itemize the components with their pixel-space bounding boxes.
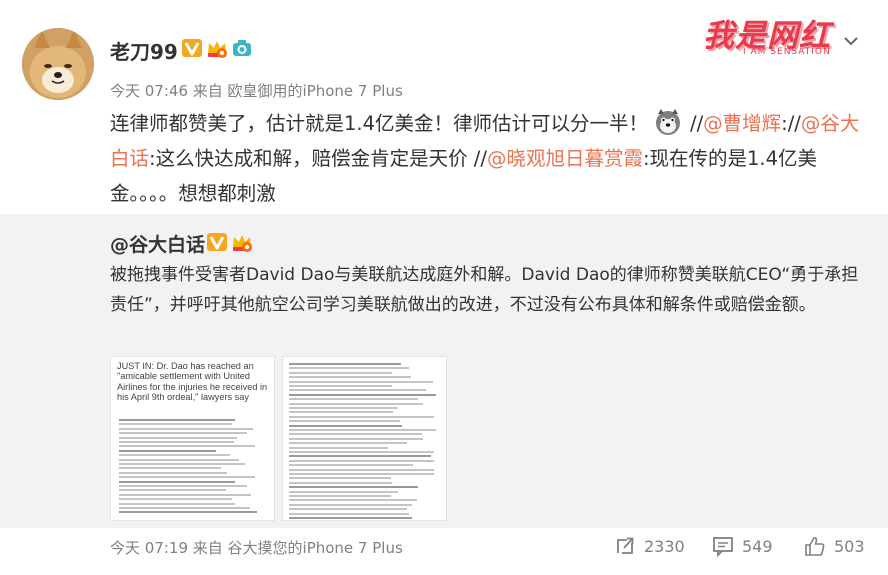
content-text-1: 连律师都赞美了，估计就是1.4亿美金！律师估计可以分一半！ bbox=[110, 112, 649, 135]
document-text-line bbox=[119, 511, 257, 514]
document-text-line bbox=[289, 407, 398, 409]
document-text-line bbox=[289, 477, 391, 480]
document-text-line bbox=[289, 415, 434, 418]
document-text-line bbox=[289, 503, 412, 506]
post-content: 连律师都赞美了，估计就是1.4亿美金！律师估计可以分一半！//@曹增辉://@谷… bbox=[110, 106, 870, 211]
logo-subtext: I AM SENSATION bbox=[743, 47, 831, 57]
document-text-line bbox=[289, 398, 418, 401]
document-text-line bbox=[289, 424, 402, 427]
document-text-line bbox=[119, 471, 227, 474]
repost-image-1[interactable]: JUST IN: Dr. Dao has reached an "amicabl… bbox=[110, 356, 275, 521]
document-text-line bbox=[119, 423, 232, 426]
chevron-down-icon[interactable] bbox=[843, 33, 859, 49]
dog-emoji-icon bbox=[656, 109, 681, 135]
camera-badge-icon[interactable] bbox=[231, 37, 253, 59]
document-text-line bbox=[289, 455, 431, 458]
separator-2: :// bbox=[781, 112, 801, 135]
document-text-line bbox=[289, 486, 418, 489]
document-text-line bbox=[289, 499, 417, 502]
document-text-line bbox=[119, 493, 251, 496]
document-text-line bbox=[119, 489, 226, 492]
content-text-2: :这么快达成和解，赔偿金肯定是天价 // bbox=[149, 147, 487, 170]
document-text-line bbox=[119, 432, 247, 435]
document-text-line bbox=[289, 446, 388, 449]
like-icon bbox=[805, 536, 825, 556]
repost-icon bbox=[617, 537, 634, 554]
document-text-line bbox=[289, 495, 391, 497]
document-text-line bbox=[289, 429, 436, 431]
document-text-line bbox=[119, 507, 250, 509]
crown-badge-icon[interactable] bbox=[231, 231, 253, 253]
document-text-line bbox=[119, 485, 247, 487]
document-text-line bbox=[119, 476, 255, 479]
avatar[interactable] bbox=[22, 28, 94, 100]
repost-username[interactable]: @谷大白话 bbox=[110, 230, 205, 257]
document-text-line bbox=[289, 376, 411, 379]
document-text-line bbox=[289, 402, 423, 405]
like-button[interactable]: 503 bbox=[804, 535, 865, 557]
document-text-line bbox=[289, 508, 407, 511]
document-text-line bbox=[289, 367, 409, 370]
document-text-line bbox=[289, 512, 409, 515]
comment-icon bbox=[713, 537, 733, 557]
document-text-line bbox=[119, 467, 221, 470]
mention-link-1[interactable]: @曹增辉 bbox=[703, 112, 781, 135]
reposted-weibo: @谷大白话 被拖拽事件受害者David Dao与美联航达成庭外和解。David … bbox=[0, 214, 888, 528]
v-verified-icon[interactable] bbox=[206, 231, 228, 253]
document-text-line bbox=[289, 481, 392, 484]
post-meta: 今天 07:46 来自 欧皇御用的iPhone 7 Plus bbox=[110, 82, 403, 100]
document-text-line bbox=[119, 427, 253, 430]
document-text-line bbox=[289, 371, 392, 374]
username[interactable]: 老刀99 bbox=[110, 36, 178, 65]
document-text-line bbox=[289, 389, 426, 392]
repost-count: 2330 bbox=[644, 536, 685, 556]
crown-badge-icon[interactable] bbox=[206, 37, 228, 59]
document-text-line bbox=[119, 445, 255, 448]
mention-link-3[interactable]: @晓观旭日暮赏霞 bbox=[487, 147, 643, 170]
document-text-line bbox=[119, 454, 230, 457]
repost-text: 被拖拽事件受害者David Dao与美联航达成庭外和解。David Dao的律师… bbox=[110, 265, 859, 315]
repost-image-2[interactable] bbox=[282, 356, 447, 521]
like-count: 503 bbox=[834, 536, 865, 556]
document-text-line bbox=[289, 468, 434, 471]
document-text-line bbox=[119, 463, 245, 465]
weibo-post: 老刀99 今天 07:46 来自 欧皇御用的iPhone 7 Plus 我是网红… bbox=[0, 0, 888, 575]
repost-button[interactable]: 2330 bbox=[614, 535, 685, 557]
document-text-line bbox=[119, 419, 235, 421]
document-text-line bbox=[289, 433, 422, 436]
document-text-line bbox=[289, 459, 434, 462]
document-text-line bbox=[289, 473, 434, 475]
document-text-line bbox=[289, 411, 393, 414]
document-text-line bbox=[289, 437, 423, 440]
document-text-line bbox=[289, 420, 400, 423]
document-text-line bbox=[289, 393, 436, 396]
document-text-line bbox=[289, 451, 434, 453]
document-text-line bbox=[119, 502, 235, 505]
watermark-logo: 我是网红 I AM SENSATION bbox=[703, 10, 848, 62]
document-text-line bbox=[289, 442, 407, 445]
repost-user-badges bbox=[206, 231, 253, 253]
comment-button[interactable]: 549 bbox=[712, 535, 773, 557]
document-text-line bbox=[119, 436, 237, 439]
document-text-line bbox=[119, 449, 216, 452]
user-badges bbox=[181, 37, 253, 59]
document-text-line bbox=[119, 498, 232, 501]
document-text-line bbox=[119, 458, 239, 461]
separator-1: // bbox=[690, 112, 704, 135]
document-text-line bbox=[119, 441, 234, 443]
comment-count: 549 bbox=[742, 536, 773, 556]
document-text-line bbox=[289, 464, 413, 467]
shiba-avatar-image bbox=[22, 28, 94, 100]
document-text-line bbox=[289, 517, 412, 519]
document-text-line bbox=[289, 385, 392, 387]
v-verified-icon[interactable] bbox=[181, 37, 203, 59]
document-text-line bbox=[289, 380, 433, 383]
document-text-line bbox=[289, 490, 398, 493]
document-text-line bbox=[289, 363, 401, 365]
document-scan-lines bbox=[283, 357, 446, 520]
repost-meta: 今天 07:19 来自 谷大摸您的iPhone 7 Plus bbox=[110, 539, 403, 557]
document-text-line bbox=[119, 480, 235, 483]
document-scan-lines bbox=[111, 357, 274, 520]
